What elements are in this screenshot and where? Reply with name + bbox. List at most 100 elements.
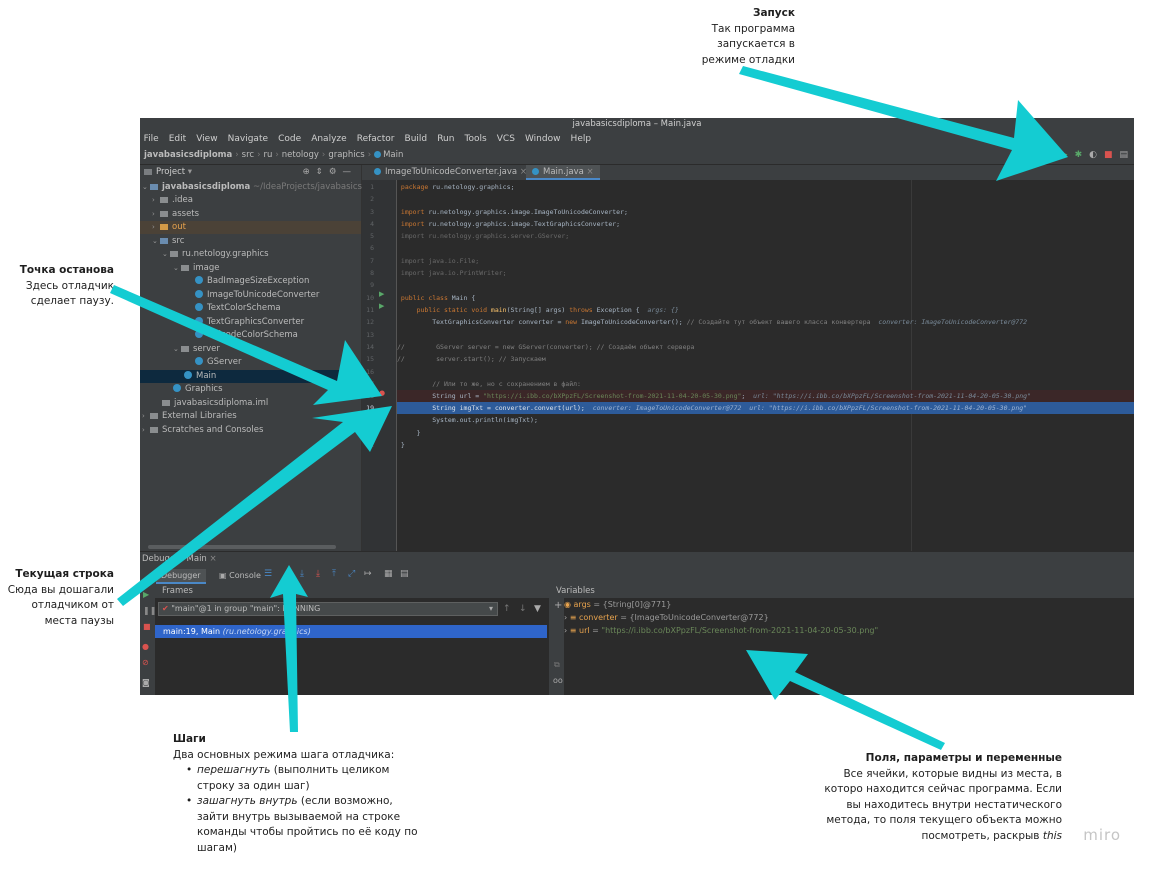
breakpoint-icon[interactable]: ●: [379, 389, 385, 397]
menu-vcs[interactable]: VCS: [493, 131, 518, 147]
tree-item-src[interactable]: ⌄ src: [152, 235, 184, 248]
tree-item-external[interactable]: › External Libraries: [142, 410, 237, 423]
inline-debug-hint: converter: ImageToUnicodeConverter@772: [870, 318, 1028, 326]
run-config-icon[interactable]: ▭: [1045, 147, 1054, 164]
tree-item-class[interactable]: TextColorSchema: [195, 302, 281, 315]
show-execution-point-icon[interactable]: ☰: [264, 569, 272, 579]
thread-selector[interactable]: ✔ "main"@1 in group "main": RUNNING ▾: [158, 602, 498, 616]
tree-item-package[interactable]: ⌄ ru.netology.graphics: [162, 248, 269, 261]
mute-breakpoints-icon[interactable]: ⊘: [142, 658, 149, 667]
filter-icon[interactable]: ▼: [534, 604, 541, 614]
breadcrumb-main[interactable]: Main: [383, 147, 403, 164]
menu-navigate[interactable]: Navigate: [224, 131, 272, 147]
menu-run[interactable]: Run: [434, 131, 458, 147]
glasses-icon[interactable]: oo: [553, 676, 563, 685]
run-gutter-icon[interactable]: ▶: [379, 302, 384, 310]
menu-help[interactable]: Help: [567, 131, 595, 147]
copy-icon[interactable]: ⧉: [554, 660, 560, 670]
build-icon[interactable]: ⚒: [1030, 147, 1038, 164]
horizontal-scrollbar[interactable]: [148, 545, 336, 549]
tree-item-scratches[interactable]: › Scratches and Consoles: [142, 424, 263, 437]
arrow-down-icon[interactable]: ↓: [519, 604, 527, 614]
variable-row[interactable]: › ≡ url = "https://i.ibb.co/bXPpzFL/Scre…: [564, 624, 878, 637]
current-line-annotation: Текущая строка Сюда вы дошагали отладчик…: [0, 567, 114, 629]
debug-config-label[interactable]: Main: [187, 554, 207, 564]
layout-icon[interactable]: ▤: [1119, 147, 1128, 164]
tab-console[interactable]: ▣ Console: [214, 569, 266, 582]
gear-icon[interactable]: ⚙: [329, 167, 343, 177]
debug-icon[interactable]: ✱: [1075, 147, 1083, 164]
tree-item-iml[interactable]: javabasicsdiploma.iml: [162, 397, 268, 410]
stop-icon[interactable]: ■: [143, 622, 151, 631]
close-icon[interactable]: ×: [587, 167, 594, 177]
breadcrumb-src[interactable]: src: [242, 147, 254, 164]
menu-tools[interactable]: Tools: [461, 131, 490, 147]
tree-item-class[interactable]: BadImageSizeException: [195, 275, 309, 288]
evaluate-icon[interactable]: ▦: [384, 569, 393, 579]
tree-item-class[interactable]: TextGraphicsConverter: [195, 316, 304, 329]
chevron-down-icon: ⌄: [162, 250, 168, 258]
tree-item-out[interactable]: › out: [140, 221, 361, 235]
tree-item-graphics[interactable]: Graphics: [173, 383, 223, 396]
coverage-icon[interactable]: ◐: [1089, 147, 1097, 164]
breadcrumb-ru[interactable]: ru: [263, 147, 272, 164]
variable-row[interactable]: › ≡ converter = {ImageToUnicodeConverter…: [564, 611, 769, 624]
ide-window: javabasicsdiploma – Main.java File Edit …: [140, 118, 1134, 695]
run-icon[interactable]: ▶: [1061, 147, 1068, 164]
tree-item-idea[interactable]: › .idea: [152, 194, 193, 207]
line-number: 17: [366, 380, 374, 388]
close-icon[interactable]: ×: [210, 554, 217, 564]
tree-item-class[interactable]: ImageToUnicodeConverter: [195, 289, 319, 302]
tree-item-image[interactable]: ⌄ image: [173, 262, 219, 275]
stop-icon[interactable]: ■: [1104, 147, 1113, 164]
tree-item-assets[interactable]: › assets: [152, 208, 199, 221]
layout-icon[interactable]: ▤: [400, 569, 409, 579]
tab-debugger[interactable]: Debugger: [156, 569, 206, 584]
view-breakpoints-icon[interactable]: ●: [142, 642, 149, 651]
run-gutter-icon[interactable]: ▶: [379, 290, 384, 298]
plus-icon[interactable]: +: [554, 600, 562, 611]
tab-image-to-unicode[interactable]: ImageToUnicodeConverter.java ×: [368, 165, 533, 180]
tab-main[interactable]: Main.java ×: [526, 165, 600, 180]
force-step-into-icon[interactable]: ⤓: [316, 569, 320, 579]
run-to-cursor-icon[interactable]: ↦: [364, 569, 372, 579]
breadcrumb-graphics[interactable]: graphics: [328, 147, 364, 164]
breadcrumb-project[interactable]: javabasicsdiploma: [140, 147, 232, 164]
code-editor[interactable]: package ru.netology.graphics; import ru.…: [397, 180, 1134, 551]
step-over-icon[interactable]: ⤼: [284, 569, 294, 579]
menu-code[interactable]: Code: [274, 131, 304, 147]
tree-item-class[interactable]: UnicodeColorSchema: [195, 329, 298, 342]
line-number: 6: [370, 244, 374, 252]
tree-item-class[interactable]: GServer: [195, 356, 241, 369]
tree-item-server[interactable]: ⌄ server: [173, 343, 220, 356]
current-line-title: Текущая строка: [15, 568, 114, 580]
camera-icon[interactable]: ◙: [142, 678, 150, 687]
menu-window[interactable]: Window: [521, 131, 564, 147]
drop-frame-icon[interactable]: ⤢: [348, 569, 355, 579]
tree-item-main[interactable]: Main: [140, 370, 361, 384]
menu-build[interactable]: Build: [401, 131, 431, 147]
collapse-icon[interactable]: ⇕: [316, 167, 329, 177]
chevron-right-icon: ›: [142, 426, 145, 434]
step-into-icon[interactable]: ⤓: [300, 569, 304, 579]
variable-row[interactable]: ◉ args = {String[0]@771}: [564, 598, 671, 611]
step-out-icon[interactable]: ⤒: [332, 569, 336, 579]
line-number: 8: [370, 269, 374, 277]
menu-refactor[interactable]: Refactor: [353, 131, 398, 147]
inline-debug-hint: args: {}: [647, 306, 679, 314]
resume-icon[interactable]: ▶: [143, 590, 149, 599]
menu-analyze[interactable]: Analyze: [308, 131, 351, 147]
globe-icon[interactable]: ⊕: [303, 167, 316, 177]
minimize-icon[interactable]: —: [343, 167, 358, 177]
project-header-label[interactable]: Project: [156, 167, 185, 177]
menu-view[interactable]: View: [193, 131, 222, 147]
chevron-right-icon: ›: [152, 196, 155, 204]
tree-item-root[interactable]: ⌄ javabasicsdiploma ~/IdeaProjects/javaba…: [142, 181, 370, 194]
chevron-down-icon[interactable]: ▾: [188, 167, 192, 177]
breadcrumb-netology[interactable]: netology: [282, 147, 319, 164]
menu-edit[interactable]: Edit: [165, 131, 190, 147]
code-token: new: [565, 318, 578, 326]
arrow-up-icon[interactable]: ↑: [503, 604, 511, 614]
stack-frame-row[interactable]: main:19, Main (ru.netology.graphics): [155, 625, 547, 638]
menu-file[interactable]: File: [140, 131, 162, 147]
